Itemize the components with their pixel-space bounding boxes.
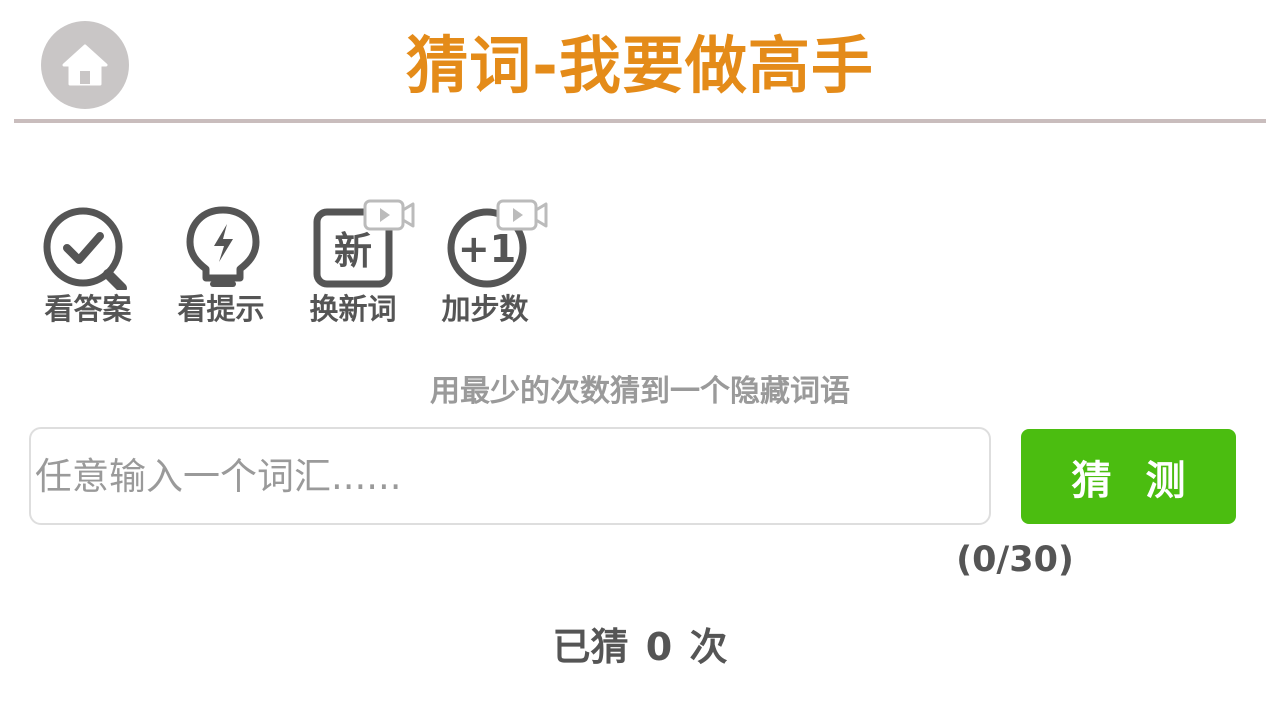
new-word-icon-text: 新 [334,229,372,273]
add-steps-label: 加步数 [441,292,529,326]
new-word-label: 换新词 [309,292,397,326]
magnifier-check-icon [43,207,127,290]
guess-button[interactable]: 猜 测 [1021,429,1236,524]
plus-one-icon-text: +1 [458,227,516,271]
view-hint-label: 看提示 [177,292,265,326]
lightbulb-icon [186,206,260,287]
game-instruction: 用最少的次数猜到一个隐藏词语 [430,374,850,409]
guess-counter: (0/30) [956,540,1074,580]
header-divider [14,119,1266,123]
video-badge-icon [496,199,548,231]
word-input[interactable] [33,453,989,499]
video-badge-icon [363,199,415,231]
page-title: 猜词-我要做高手 [406,29,874,102]
view-answer-label: 看答案 [44,292,132,326]
word-input-container[interactable] [29,427,991,525]
guess-status: 已猜 0 次 [552,625,728,669]
